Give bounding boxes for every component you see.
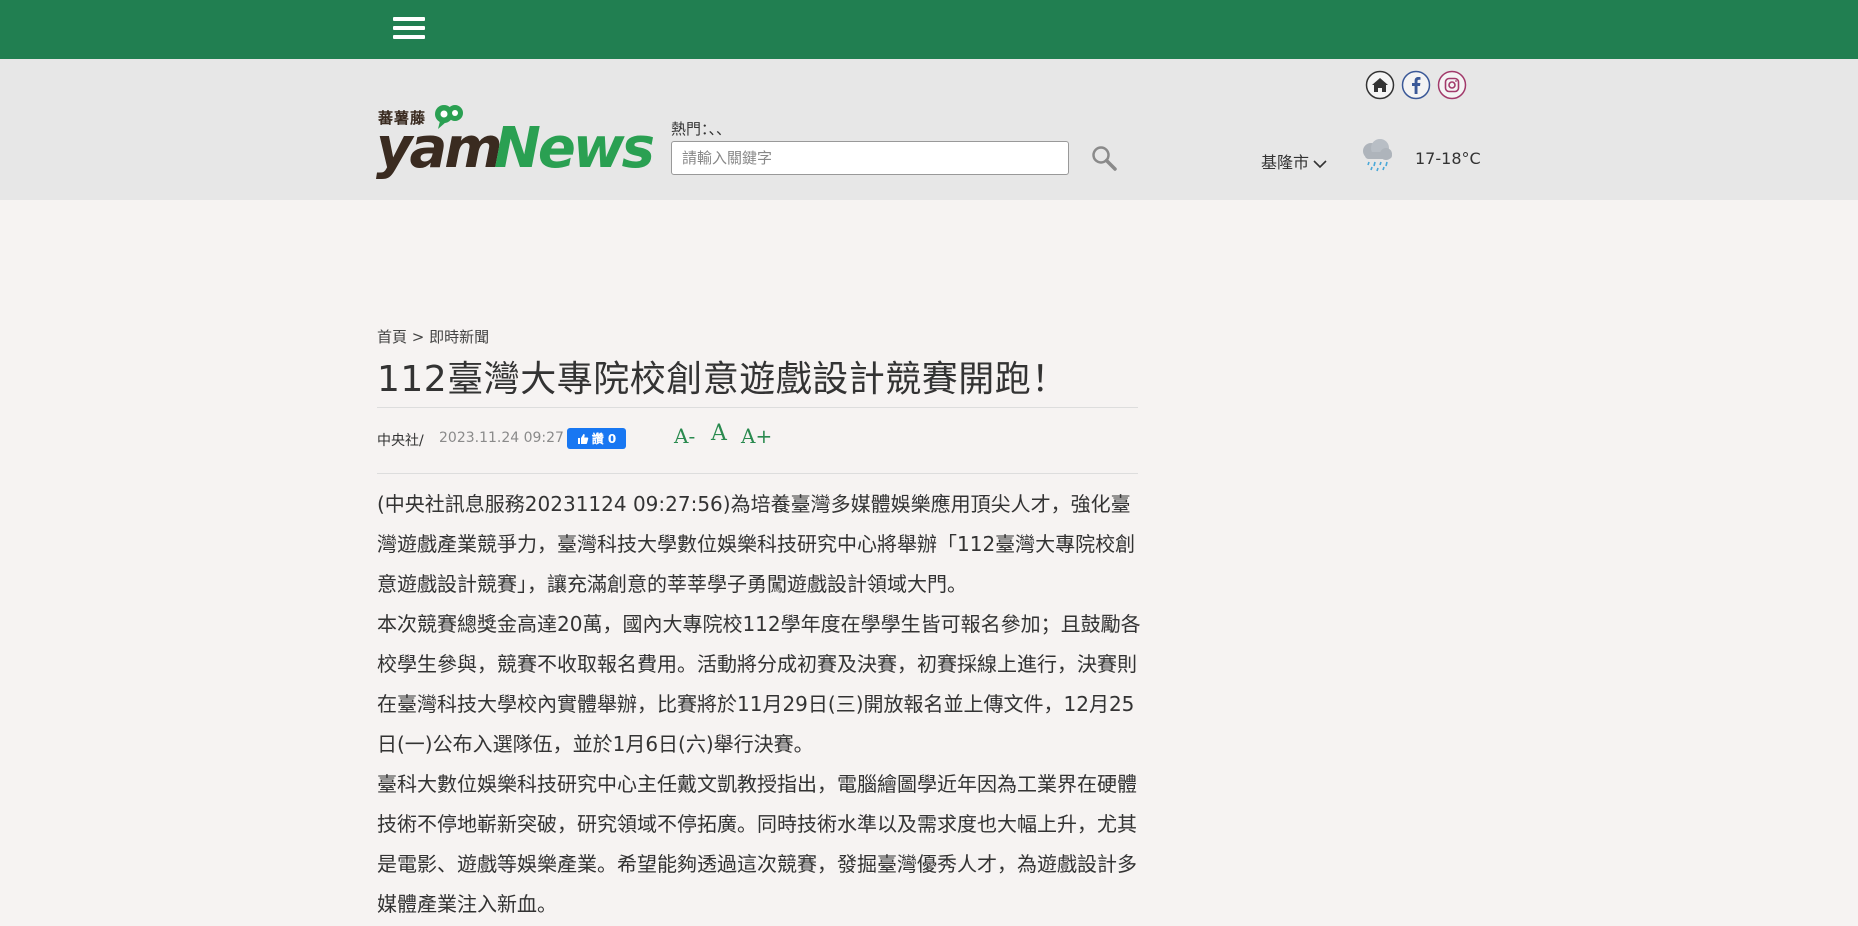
temperature: 17-18°C — [1415, 149, 1481, 168]
article-paragraph: 臺科大數位娛樂科技研究中心主任戴文凱教授指出，電腦繪圖學近年因為工業界在硬體技術… — [377, 772, 1137, 916]
yamnews-logo[interactable]: 蕃薯藤 yam News — [376, 100, 655, 181]
instagram-icon[interactable] — [1437, 70, 1467, 100]
font-size-larger-button[interactable]: A+ — [741, 424, 772, 448]
article-title: 112臺灣大專院校創意遊戲設計競賽開跑！ — [377, 359, 1068, 400]
article-paragraph: 本次競賽總獎金高達20萬，國內大專院校112學年度在學學生皆可報名參加；且鼓勵各… — [377, 612, 1141, 756]
article-source: 中央社/ — [377, 433, 424, 449]
breadcrumb-home[interactable]: 首頁 — [377, 328, 407, 346]
facebook-like-button[interactable]: 讚 0 — [567, 428, 626, 449]
facebook-icon[interactable] — [1401, 70, 1431, 100]
article-paragraph: (中央社訊息服務20231124 09:27:56)為培養臺灣多媒體娛樂應用頂尖… — [377, 492, 1136, 596]
breadcrumb: 首頁 > 即時新聞 — [377, 326, 489, 347]
font-size-smaller-button[interactable]: A- — [674, 424, 695, 448]
thumbs-up-icon — [577, 433, 588, 444]
rain-cloud-icon — [1363, 139, 1392, 172]
article-body: (中央社訊息服務20231124 09:27:56)為培養臺灣多媒體娛樂應用頂尖… — [377, 484, 1141, 924]
logo-news-text: News — [494, 116, 655, 181]
font-size-normal-button[interactable]: A — [711, 421, 727, 446]
hamburger-menu-icon[interactable] — [393, 17, 425, 43]
divider — [377, 473, 1138, 474]
breadcrumb-separator: > — [411, 328, 425, 346]
top-nav-bar — [0, 0, 1858, 59]
breadcrumb-section[interactable]: 即時新聞 — [429, 328, 489, 346]
city-selector[interactable]: 基隆市 — [1261, 149, 1327, 173]
logo-yam-text: yam — [376, 116, 503, 181]
chevron-down-icon — [1313, 159, 1327, 168]
home-icon[interactable] — [1365, 70, 1395, 100]
hot-topics-label: 熱門：、、 — [671, 120, 732, 138]
search-input[interactable] — [671, 141, 1069, 175]
search-icon[interactable] — [1090, 144, 1118, 172]
article-date: 2023.11.24 09:27 — [439, 430, 564, 446]
site-header — [0, 59, 1858, 200]
divider — [377, 407, 1138, 408]
city-label: 基隆市 — [1261, 153, 1310, 172]
facebook-like-label: 讚 0 — [591, 432, 617, 446]
